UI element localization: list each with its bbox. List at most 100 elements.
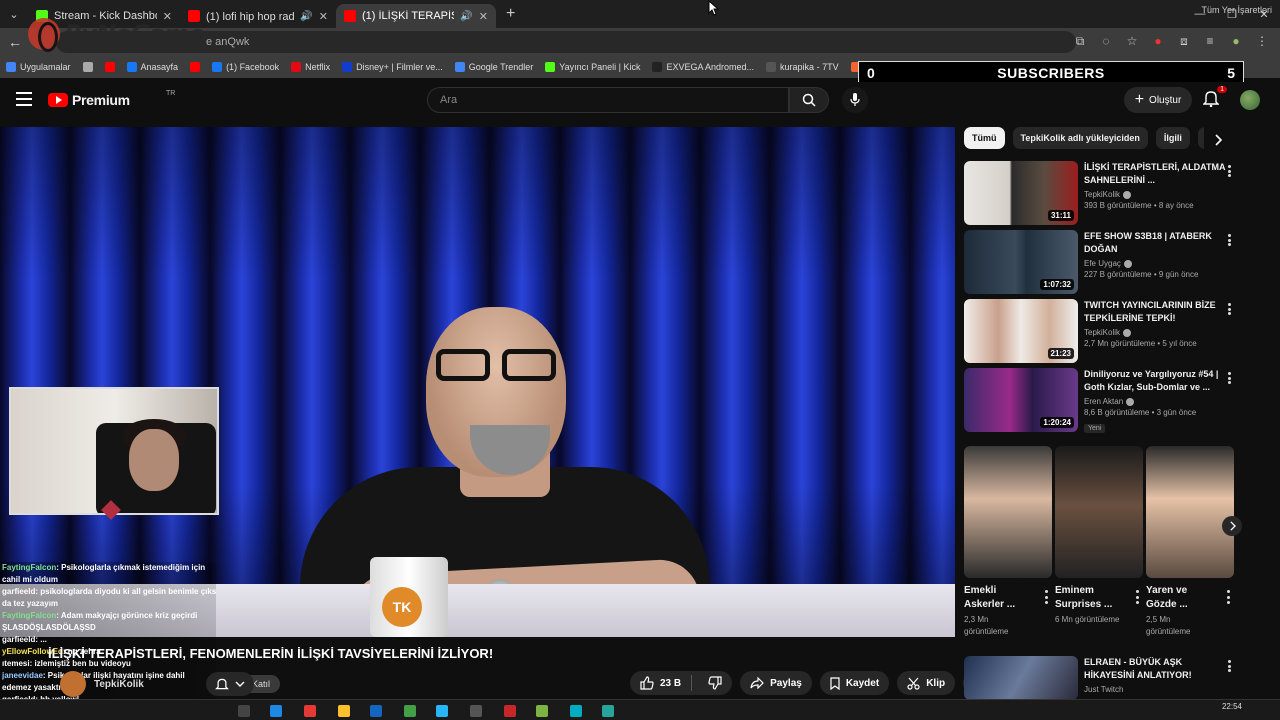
short-item[interactable]: Yaren ve Gözde ... 2,5 Mn görüntüleme <box>1146 446 1234 638</box>
close-tab-icon[interactable]: ✕ <box>479 10 488 23</box>
search-input[interactable]: Ara <box>427 87 789 113</box>
bookmark-item[interactable]: Yayıncı Paneli | Kick <box>545 62 640 72</box>
short-title[interactable]: Yaren ve Gözde ... <box>1146 584 1216 612</box>
more-options-icon[interactable] <box>1224 590 1232 604</box>
like-button[interactable]: 23 B <box>630 675 693 691</box>
new-tab-button[interactable]: + <box>506 5 515 23</box>
video-player[interactable]: TK <box>0 127 955 637</box>
recommendation-title[interactable]: EFE SHOW S3B18 | ATABERK DOĞAN <box>1084 230 1229 256</box>
recommendation-item[interactable]: 21:23 TWITCH YAYINCILARININ BİZE TEPKİLER… <box>964 299 1254 363</box>
chips-next-button[interactable] <box>1208 130 1228 150</box>
recommendation-item[interactable]: ELRAEN - BÜYÜK AŞK HİKAYESİNİ ANLATIYOR!… <box>964 656 1254 700</box>
bookmark-item[interactable] <box>82 62 93 72</box>
filter-chip[interactable]: TepkiKolik adlı yükleyiciden <box>1012 127 1148 149</box>
extension-red-icon[interactable]: ● <box>1150 32 1166 50</box>
install-icon[interactable]: ⧉ <box>1072 32 1088 50</box>
short-title[interactable]: Eminem Surprises ... <box>1055 584 1125 612</box>
back-button[interactable]: ← <box>0 34 30 50</box>
short-thumbnail[interactable] <box>1146 446 1234 578</box>
bookmark-item[interactable]: Google Trendler <box>454 62 533 72</box>
taskbar-app-icon[interactable] <box>404 705 416 717</box>
share-button[interactable]: Paylaş <box>740 671 812 695</box>
channel-avatar[interactable] <box>60 671 86 697</box>
more-options-icon[interactable] <box>1224 370 1234 386</box>
recommendation-channel[interactable]: TepkiKolik <box>1084 190 1120 199</box>
more-options-icon[interactable] <box>1133 590 1141 604</box>
youtube-premium-logo[interactable]: Premium TR <box>48 90 175 108</box>
short-title[interactable]: Emekli Askerler ... <box>964 584 1034 612</box>
shorts-next-button[interactable] <box>1222 516 1242 536</box>
video-thumbnail[interactable]: 21:23 <box>964 299 1078 363</box>
browser-menu-icon[interactable]: ⋮ <box>1254 32 1270 50</box>
bookmark-item[interactable]: Netflix <box>291 62 330 72</box>
video-thumbnail[interactable] <box>964 656 1078 700</box>
filter-chip[interactable]: S <box>1197 127 1204 149</box>
recommendation-channel[interactable]: TepkiKolik <box>1084 328 1120 337</box>
tab-current-video[interactable]: (1) İLİŞKİ TERAPİSTLERİ, FE 🔊 ✕ <box>336 4 496 28</box>
account-avatar[interactable] <box>1240 90 1260 110</box>
taskbar-app-icon[interactable] <box>436 705 448 717</box>
short-thumbnail[interactable] <box>964 446 1052 578</box>
all-bookmarks-link[interactable]: Tüm Yer İşaretleri <box>1201 5 1272 15</box>
more-options-icon[interactable] <box>1224 163 1234 179</box>
taskbar-app-icon[interactable] <box>536 705 548 717</box>
recommendation-channel[interactable]: Eren Aktan <box>1084 397 1123 406</box>
star-icon[interactable]: ☆ <box>1124 32 1140 50</box>
extensions-icon[interactable]: ⧈ <box>1176 32 1192 50</box>
notifications-button[interactable]: 1 <box>1203 86 1227 111</box>
subscription-bell-button[interactable] <box>206 672 254 696</box>
bookmark-item[interactable]: (1) Facebook <box>212 62 279 72</box>
taskbar-app-icon[interactable] <box>270 705 282 717</box>
search-button[interactable] <box>789 87 829 113</box>
taskbar-app-icon[interactable] <box>304 705 316 717</box>
taskbar-app-icon[interactable] <box>238 705 250 717</box>
create-button[interactable]: + Oluştur <box>1124 87 1192 113</box>
speaker-icon[interactable]: 🔊 <box>460 11 472 22</box>
recommendation-title[interactable]: Diniliyoruz ve Yargılıyoruz #54 | Goth K… <box>1084 368 1229 394</box>
close-tab-icon[interactable]: ✕ <box>319 10 328 23</box>
speaker-icon[interactable]: 🔊 <box>300 11 312 22</box>
dislike-button[interactable] <box>698 676 732 690</box>
channel-name[interactable]: TepkiKolik <box>94 679 144 690</box>
more-options-icon[interactable] <box>1224 232 1234 248</box>
taskbar-app-icon[interactable] <box>504 705 516 717</box>
taskbar-app-icon[interactable] <box>570 705 582 717</box>
taskbar-app-icon[interactable] <box>370 705 382 717</box>
video-thumbnail[interactable]: 1:07:32 <box>964 230 1078 294</box>
clip-button[interactable]: Klip <box>897 671 956 695</box>
recommendation-item[interactable]: 1:07:32 EFE SHOW S3B18 | ATABERK DOĞAN Efe… <box>964 230 1254 294</box>
recommendation-title[interactable]: İLİŞKİ TERAPİSTLERİ, ALDATMA SAHNELERİNİ… <box>1084 161 1229 187</box>
bookmark-item[interactable] <box>104 62 115 72</box>
short-item[interactable]: Emekli Askerler ... 2,3 Mn görüntüleme <box>964 446 1052 638</box>
eye-off-icon[interactable]: ◌ <box>1098 32 1114 50</box>
profile-icon[interactable]: ● <box>1228 32 1244 50</box>
more-options-icon[interactable] <box>1042 590 1050 604</box>
bookmark-item[interactable]: Anasayfa <box>126 62 178 72</box>
recommendation-item[interactable]: 31:11 İLİŞKİ TERAPİSTLERİ, ALDATMA SAHNEL… <box>964 161 1254 225</box>
video-thumbnail[interactable]: 31:11 <box>964 161 1078 225</box>
bookmark-item[interactable]: EXVEGA Andromed... <box>652 62 754 72</box>
more-options-icon[interactable] <box>1224 301 1234 317</box>
media-control-icon[interactable]: ≡ <box>1202 32 1218 50</box>
filter-chip[interactable]: İlgili <box>1155 127 1190 149</box>
bookmark-item[interactable] <box>190 62 201 72</box>
tab-search-icon[interactable]: ⌄ <box>0 0 28 28</box>
taskbar-app-icon[interactable] <box>470 705 482 717</box>
recommendation-item[interactable]: 1:20:24 Diniliyoruz ve Yargılıyoruz #54 |… <box>964 368 1254 433</box>
short-item[interactable]: Eminem Surprises ... 6 Mn görüntüleme <box>1055 446 1143 626</box>
save-button[interactable]: Kaydet <box>819 671 890 695</box>
recommendation-title[interactable]: TWITCH YAYINCILARININ BİZE TEPKİLERİNE T… <box>1084 299 1229 325</box>
short-thumbnail[interactable] <box>1055 446 1143 578</box>
filter-chip[interactable]: Tümü <box>964 127 1005 149</box>
voice-search-button[interactable] <box>842 87 868 113</box>
more-options-icon[interactable] <box>1224 658 1234 674</box>
bookmark-item[interactable]: kurapika - 7TV <box>766 62 839 72</box>
recommendation-title[interactable]: ELRAEN - BÜYÜK AŞK HİKAYESİNİ ANLATIYOR! <box>1084 656 1229 682</box>
taskbar-app-icon[interactable] <box>338 705 350 717</box>
taskbar-app-icon[interactable] <box>602 705 614 717</box>
video-thumbnail[interactable]: 1:20:24 <box>964 368 1078 432</box>
url-field[interactable]: e anQwk <box>56 31 1076 53</box>
recommendation-channel[interactable]: Efe Uygaç <box>1084 259 1121 268</box>
menu-icon[interactable] <box>16 92 32 106</box>
bookmark-item[interactable]: Disney+ | Filmler ve... <box>342 62 443 72</box>
